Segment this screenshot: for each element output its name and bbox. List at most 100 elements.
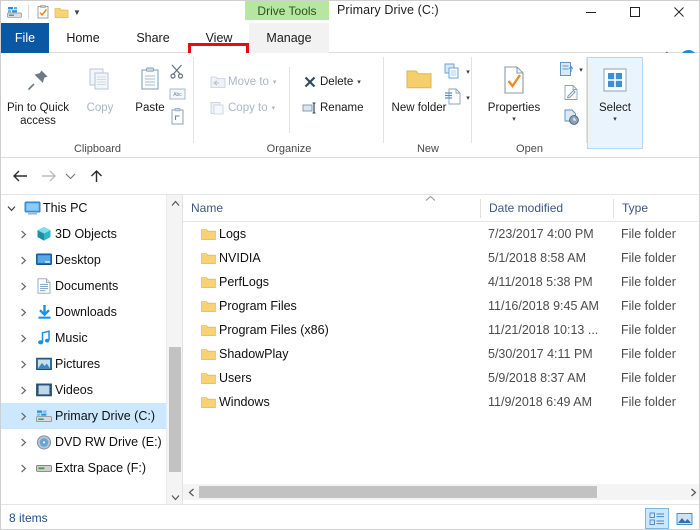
file-name-cell[interactable]: ShadowPlay [197, 342, 289, 366]
minimize-button[interactable] [569, 1, 613, 23]
sidebar-item-dvd-rw-drive-e[interactable]: DVD RW Drive (E:) [1, 429, 166, 455]
scroll-left-arrow-icon[interactable] [183, 484, 199, 500]
navigation-pane-scrollbar[interactable] [166, 195, 182, 505]
sidebar-item-primary-drive-c[interactable]: Primary Drive (C:) [1, 403, 166, 429]
cut-button[interactable] [165, 61, 189, 83]
expand-chevron-right-icon[interactable] [13, 247, 33, 273]
new-folder-button[interactable]: New folder [388, 57, 450, 137]
copy-path-icon: Abc [169, 88, 186, 104]
scroll-down-arrow-icon[interactable] [167, 489, 183, 505]
table-row[interactable]: ShadowPlay5/30/2017 4:11 PMFile folder [183, 342, 700, 366]
sidebar-item-videos[interactable]: Videos [1, 377, 166, 403]
open-caret-icon[interactable]: ▾ [579, 66, 583, 74]
table-row[interactable]: NVIDIA5/1/2018 8:58 AMFile folder [183, 246, 700, 270]
expand-chevron-down-icon[interactable] [1, 195, 21, 221]
move-to-button[interactable]: Move to ▾ [208, 71, 276, 93]
select-button[interactable]: Select ▾ [587, 57, 643, 137]
scrollbar-thumb[interactable] [169, 347, 181, 472]
expand-chevron-right-icon[interactable] [13, 273, 33, 299]
table-row[interactable]: Program Files11/16/2018 9:45 AMFile fold… [183, 294, 700, 318]
properties-button[interactable]: Properties ▾ [476, 57, 552, 137]
file-name-cell[interactable]: Program Files [197, 294, 297, 318]
expand-chevron-right-icon[interactable] [13, 221, 33, 247]
file-name-cell[interactable]: NVIDIA [197, 246, 261, 270]
new-item-button[interactable]: ▾ [442, 61, 472, 83]
select-label: Select [599, 102, 631, 115]
sidebar-item-3d-objects[interactable]: 3D Objects [1, 221, 166, 247]
back-button[interactable] [9, 166, 31, 186]
delete-button[interactable]: Delete ▾ [300, 71, 361, 93]
copy-path-button[interactable]: Abc [165, 85, 189, 107]
expand-chevron-right-icon[interactable] [13, 403, 33, 429]
sidebar-item-pictures[interactable]: Pictures [1, 351, 166, 377]
file-name-cell[interactable]: Logs [197, 222, 246, 246]
history-button[interactable] [556, 107, 586, 129]
details-view-button[interactable] [645, 508, 669, 529]
scissors-icon [169, 63, 185, 82]
expand-chevron-right-icon[interactable] [13, 325, 33, 351]
close-button[interactable] [657, 1, 700, 23]
drive-icon[interactable] [5, 3, 23, 21]
file-name-label: Users [219, 371, 252, 385]
sidebar-item-documents[interactable]: Documents [1, 273, 166, 299]
large-icons-view-button[interactable] [672, 508, 696, 529]
easy-access-button[interactable]: ▾ [442, 87, 472, 109]
file-list-horizontal-scrollbar[interactable] [183, 484, 700, 500]
delete-caret-icon[interactable]: ▾ [357, 78, 361, 86]
open-button[interactable]: ▾ [556, 59, 586, 81]
expand-chevron-right-icon[interactable] [13, 351, 33, 377]
file-name-cell[interactable]: PerfLogs [197, 270, 269, 294]
sidebar-item-downloads[interactable]: Downloads [1, 299, 166, 325]
sidebar-item-label: Pictures [55, 357, 100, 371]
videos-icon [33, 377, 55, 403]
tab-manage[interactable]: Manage [249, 23, 329, 53]
tab-file[interactable]: File [1, 23, 49, 53]
recent-locations-button[interactable] [61, 166, 79, 186]
column-header-name[interactable]: Name [183, 195, 488, 221]
properties-caret-icon[interactable]: ▾ [512, 115, 516, 123]
sidebar-item-this-pc[interactable]: This PC [1, 195, 166, 221]
select-caret-icon[interactable]: ▾ [613, 115, 617, 123]
up-button[interactable] [85, 166, 107, 186]
copy-to-button[interactable]: Copy to ▾ [208, 97, 275, 119]
copy-to-caret-icon[interactable]: ▾ [272, 104, 276, 112]
forward-button[interactable] [37, 166, 59, 186]
table-row[interactable]: Windows11/9/2018 6:49 AMFile folder [183, 390, 700, 414]
paste-shortcut-button[interactable] [165, 107, 189, 129]
properties-checklist-icon[interactable] [34, 3, 52, 21]
new-item-caret-icon[interactable]: ▾ [466, 68, 470, 76]
file-name-cell[interactable]: Program Files (x86) [197, 318, 329, 342]
new-folder-label: New folder [392, 102, 447, 115]
sidebar-item-desktop[interactable]: Desktop [1, 247, 166, 273]
column-header-date-modified[interactable]: Date modified [481, 195, 614, 221]
new-folder-icon[interactable] [52, 3, 70, 21]
table-row[interactable]: PerfLogs4/11/2018 5:38 PMFile folder [183, 270, 700, 294]
sidebar-item-music[interactable]: Music [1, 325, 166, 351]
easy-access-caret-icon[interactable]: ▾ [466, 94, 470, 102]
expand-chevron-right-icon[interactable] [13, 455, 33, 481]
horizontal-scrollbar-thumb[interactable] [199, 486, 597, 498]
pin-to-quick-access-button[interactable]: Pin to Quick access [7, 57, 69, 137]
contextual-tab-drive-tools[interactable]: Drive Tools [245, 1, 329, 20]
table-row[interactable]: Program Files (x86)11/21/2018 10:13 ...F… [183, 318, 700, 342]
column-header-type[interactable]: Type [614, 195, 700, 221]
maximize-button[interactable] [613, 1, 657, 23]
scroll-right-arrow-icon[interactable] [685, 484, 700, 500]
drive-icon [33, 403, 55, 429]
expand-chevron-right-icon[interactable] [13, 429, 33, 455]
tab-share[interactable]: Share [117, 23, 189, 53]
customize-qat-chevron-icon[interactable]: ▼ [70, 3, 84, 21]
rename-button[interactable]: Rename [300, 97, 363, 119]
tab-home[interactable]: Home [49, 23, 117, 53]
edit-button[interactable] [556, 83, 586, 105]
move-to-caret-icon[interactable]: ▾ [273, 78, 277, 86]
file-name-cell[interactable]: Windows [197, 390, 270, 414]
type-cell: File folder [621, 270, 676, 294]
expand-chevron-right-icon[interactable] [13, 299, 33, 325]
file-name-cell[interactable]: Users [197, 366, 252, 390]
table-row[interactable]: Users5/9/2018 8:37 AMFile folder [183, 366, 700, 390]
table-row[interactable]: Logs7/23/2017 4:00 PMFile folder [183, 222, 700, 246]
scroll-up-arrow-icon[interactable] [167, 195, 183, 211]
expand-chevron-right-icon[interactable] [13, 377, 33, 403]
sidebar-item-extra-space-f[interactable]: Extra Space (F:) [1, 455, 166, 481]
